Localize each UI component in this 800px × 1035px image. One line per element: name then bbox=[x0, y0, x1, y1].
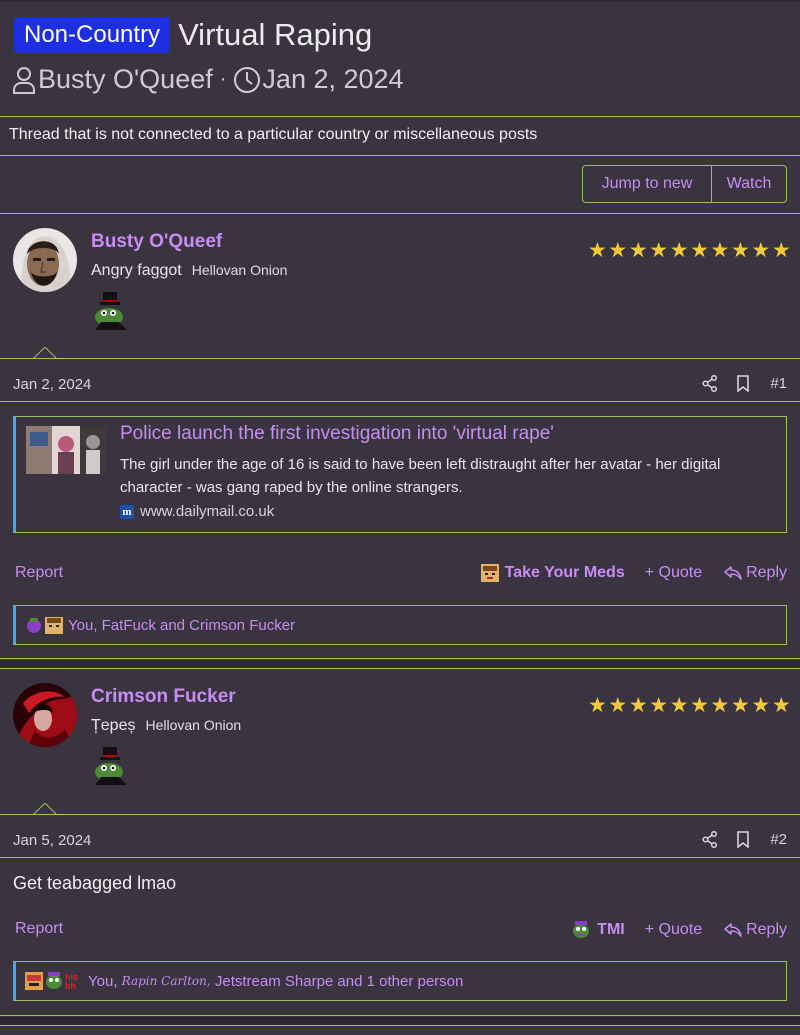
post-number[interactable]: #1 bbox=[770, 375, 787, 392]
user-title: Angry faggot bbox=[91, 262, 182, 279]
report-link[interactable]: Report bbox=[15, 920, 63, 938]
post-separator bbox=[0, 660, 800, 668]
reply-label: Reply bbox=[746, 564, 787, 581]
watch-button[interactable]: Watch bbox=[712, 166, 786, 202]
tmi-reaction-icon bbox=[573, 921, 590, 938]
divider bbox=[0, 213, 800, 214]
frog-badge-icon bbox=[91, 290, 131, 332]
avatar[interactable] bbox=[13, 683, 77, 747]
jump-to-new-button[interactable]: Jump to new bbox=[583, 166, 712, 202]
reactions-text-signature: Rapin Carlton, bbox=[121, 974, 211, 988]
divider bbox=[0, 658, 800, 659]
user-icon bbox=[12, 66, 36, 94]
post-separator bbox=[0, 1017, 800, 1025]
reaction-label: TMI bbox=[597, 921, 625, 938]
embed-thumbnail bbox=[26, 426, 106, 474]
frog-badge-icon bbox=[91, 745, 131, 787]
embed-text: The girl under the age of 16 is said to … bbox=[120, 456, 721, 496]
divider bbox=[0, 1015, 800, 1016]
user-title: Țepeș bbox=[91, 717, 136, 734]
post-date[interactable]: Jan 5, 2024 bbox=[13, 832, 91, 849]
reactions-summary[interactable]: his bh You, Rapin Carlton, Jetstream Shar… bbox=[13, 961, 787, 1001]
rating-stars: ★★★★★★★★★★ bbox=[588, 695, 792, 717]
clock-icon bbox=[233, 66, 261, 94]
post-actions: #2 bbox=[702, 831, 787, 848]
bookmark-icon[interactable] bbox=[736, 375, 750, 392]
link-embed[interactable]: Police launch the first investigation in… bbox=[13, 416, 787, 533]
reply-button[interactable]: Reply bbox=[724, 921, 787, 939]
report-link[interactable]: Report bbox=[15, 564, 63, 582]
reply-label: Reply bbox=[746, 921, 787, 938]
post-username[interactable]: Busty O'Queef bbox=[91, 231, 222, 253]
meds-reaction-icon bbox=[480, 564, 499, 582]
share-icon[interactable] bbox=[702, 831, 718, 848]
dailymail-icon: m bbox=[120, 504, 134, 519]
thread-button-group: Jump to new Watch bbox=[582, 165, 787, 203]
user-banner: Hellovan Onion bbox=[191, 262, 288, 278]
top-band bbox=[0, 0, 800, 2]
post-body: Get teabagged lmao bbox=[13, 873, 177, 893]
divider bbox=[0, 155, 800, 156]
reaction-label: Take Your Meds bbox=[504, 564, 625, 581]
divider bbox=[0, 857, 800, 858]
reply-button[interactable]: Reply bbox=[724, 564, 787, 582]
embed-title[interactable]: Police launch the first investigation in… bbox=[120, 423, 554, 445]
post-username[interactable]: Crimson Fucker bbox=[91, 686, 236, 708]
reactions-text-rest: Jetstream Sharpe and 1 other person bbox=[214, 972, 464, 990]
share-icon[interactable] bbox=[702, 375, 718, 392]
reactions-text-prefix: You, bbox=[88, 972, 118, 990]
quote-button[interactable]: + Quote bbox=[645, 921, 702, 939]
user-banner: Hellovan Onion bbox=[145, 717, 242, 733]
star-icons: ★★★★★★★★★★ bbox=[588, 239, 793, 262]
bookmark-icon[interactable] bbox=[736, 831, 750, 848]
thread-prefix[interactable]: Non-Country bbox=[14, 17, 171, 53]
user-title-row: Țepeș Hellovan Onion bbox=[91, 717, 241, 735]
divider bbox=[0, 814, 800, 815]
embed-source-domain: www.dailymail.co.uk bbox=[140, 503, 275, 520]
reply-icon bbox=[724, 923, 742, 937]
reactions-text: You, FatFuck and Crimson Fucker bbox=[68, 616, 296, 634]
star-icons: ★★★★★★★★★★ bbox=[588, 694, 793, 717]
post-footer-actions: TMI + Quote Reply bbox=[571, 920, 787, 940]
meta-separator: · bbox=[219, 68, 227, 90]
reaction-button[interactable]: Take Your Meds bbox=[480, 564, 625, 582]
divider bbox=[0, 358, 800, 359]
reply-icon bbox=[724, 566, 742, 580]
post-actions: #1 bbox=[702, 375, 787, 392]
post-date[interactable]: Jan 2, 2024 bbox=[13, 376, 91, 393]
post-number[interactable]: #2 bbox=[770, 831, 787, 848]
divider bbox=[0, 668, 800, 669]
user-title-row: Angry faggot Hellovan Onion bbox=[91, 262, 287, 280]
embed-source[interactable]: m www.dailymail.co.uk bbox=[120, 503, 274, 520]
thread-date[interactable]: Jan 2, 2024 bbox=[262, 64, 403, 95]
post-footer-actions: Take Your Meds + Quote Reply bbox=[480, 564, 787, 582]
thread-author[interactable]: Busty O'Queef bbox=[38, 64, 213, 95]
reaction-button[interactable]: TMI bbox=[571, 920, 625, 940]
rating-stars: ★★★★★★★★★★ bbox=[588, 240, 792, 262]
svg-text:bh: bh bbox=[65, 981, 76, 991]
reactions-summary[interactable]: You, FatFuck and Crimson Fucker bbox=[13, 605, 787, 645]
thread-meta: Busty O'Queef · Jan 2, 2024 bbox=[12, 64, 404, 95]
thread-description: Thread that is not connected to a partic… bbox=[9, 126, 538, 143]
avatar[interactable] bbox=[13, 228, 77, 292]
divider bbox=[0, 401, 800, 402]
reaction-icons bbox=[24, 615, 64, 635]
reaction-icons: his bh bbox=[24, 971, 84, 991]
thread-title-row: Non-Country Virtual Raping bbox=[14, 17, 372, 53]
divider bbox=[0, 1025, 800, 1026]
divider bbox=[0, 116, 800, 117]
quote-button[interactable]: + Quote bbox=[645, 564, 702, 582]
page-title: Virtual Raping bbox=[178, 17, 373, 52]
